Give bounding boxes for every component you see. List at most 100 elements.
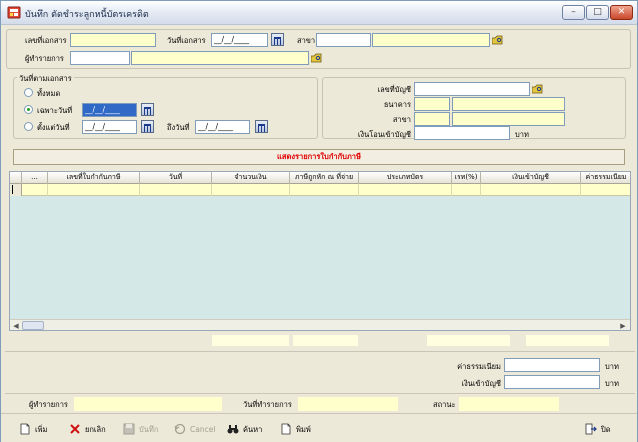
fee-unit: บาท <box>605 362 619 371</box>
acct-no-field[interactable] <box>414 82 530 96</box>
radio-all[interactable] <box>24 88 33 97</box>
recorder-name-field <box>131 51 309 65</box>
divider <box>5 351 635 352</box>
grid-header: ... เลขที่ใบกำกับภาษี วันที่ จำนวนเงิน ภ… <box>10 172 630 184</box>
acct-branch-label: สาขา <box>392 115 411 124</box>
radio-date-range[interactable] <box>24 122 33 131</box>
cell-rate[interactable] <box>452 184 481 196</box>
col-withholding-tax[interactable]: ภาษีถูกหัก ณ ที่จ่าย <box>290 172 359 184</box>
cell-withholding-tax[interactable] <box>290 184 359 196</box>
footer-total-deposit <box>427 335 510 346</box>
maximize-button[interactable]: □ <box>586 5 609 20</box>
minimize-button[interactable]: – <box>562 5 585 20</box>
close-label: ปิด <box>601 425 611 434</box>
branch-label: สาขา <box>297 36 316 45</box>
close-window-button[interactable]: ✕ <box>610 5 633 20</box>
radio-only-date-label: เฉพาะวันที่ <box>37 106 73 115</box>
status-recorder-label: ผู้ทำรายการ <box>29 400 68 409</box>
find-button[interactable]: ค้นหา <box>227 423 262 437</box>
divider <box>5 393 635 394</box>
undo-cancel-button[interactable]: Cancel <box>174 423 215 437</box>
to-date-calendar-icon[interactable] <box>255 120 268 133</box>
status-state-label: สถานะ <box>433 400 456 409</box>
transfer-label: เงินโอนเข้าบัญชี <box>357 130 411 139</box>
col-date[interactable]: วันที่ <box>140 172 212 184</box>
from-date-field[interactable]: __/__/____ <box>82 120 137 134</box>
find-label: ค้นหา <box>243 425 263 434</box>
bank-name-field <box>452 97 565 111</box>
add-button[interactable]: เพิ่ม <box>19 423 47 437</box>
doc-no-label: เลขที่เอกสาร <box>25 36 67 45</box>
footer-total-tax <box>293 335 358 346</box>
acct-no-label: เลขที่บัญชี <box>377 85 411 94</box>
row-indicator <box>10 184 22 196</box>
account-lookup-icon[interactable] <box>532 84 544 94</box>
radio-date-range-label: ตั้งแต่วันที่ <box>37 123 70 132</box>
from-date-calendar-icon[interactable] <box>141 120 154 133</box>
footer-total-fee <box>526 335 609 346</box>
save-button[interactable]: บันทึก <box>123 423 158 437</box>
cell-amount[interactable] <box>212 184 290 196</box>
scroll-thumb[interactable] <box>22 321 44 330</box>
recorder-label: ผู้ทำรายการ <box>25 54 64 63</box>
close-button[interactable]: ปิด <box>585 423 611 437</box>
deposit-label: เงินเข้าบัญชี <box>461 379 502 388</box>
maximize-icon: □ <box>593 7 602 17</box>
cancel-button[interactable]: ยกเลิก <box>69 423 106 437</box>
scroll-right-icon[interactable]: ▶ <box>618 321 628 330</box>
bank-label: ธนาคาร <box>383 100 411 109</box>
col-deposit[interactable]: เงินเข้าบัญชี <box>481 172 581 184</box>
delete-x-icon <box>70 424 80 434</box>
deposit-field[interactable] <box>504 375 600 389</box>
close-icon: ✕ <box>617 7 626 17</box>
tax-invoice-grid[interactable]: ... เลขที่ใบกำกับภาษี วันที่ จำนวนเงิน ภ… <box>9 171 631 331</box>
fee-field[interactable] <box>504 358 600 372</box>
col-fee[interactable]: ค่าธรรมเนียม <box>581 172 630 184</box>
doc-date-field[interactable]: __/__/____ <box>211 33 268 47</box>
doc-date-label: วันที่เอกสาร <box>167 36 206 45</box>
deposit-unit: บาท <box>605 379 619 388</box>
scroll-left-icon[interactable]: ◀ <box>11 321 21 330</box>
bottom-toolbar: เพิ่ม ยกเลิก บันทึก Cancel ค้นหา พิมพ์ ป… <box>1 413 637 442</box>
recorder-lookup-icon[interactable] <box>311 53 323 63</box>
col-rate[interactable]: เรท(%) <box>452 172 481 184</box>
tax-invoice-banner[interactable]: แสดงรายการใบกำกับภาษี <box>13 149 625 165</box>
recorder-code-field[interactable] <box>70 51 130 65</box>
save-disk-icon <box>123 423 135 435</box>
title-bar[interactable]: บันทึก ตัดชำระลูกหนี้บัตรเครดิต – □ ✕ <box>1 1 637 25</box>
doc-no-field[interactable] <box>70 33 156 47</box>
status-state-field <box>459 397 559 411</box>
col-amount[interactable]: จำนวนเงิน <box>212 172 290 184</box>
col-more[interactable]: ... <box>22 172 48 184</box>
transfer-field[interactable] <box>414 126 510 140</box>
minimize-icon: – <box>571 7 576 17</box>
grid-horizontal-scrollbar[interactable]: ◀ ▶ <box>10 319 630 330</box>
to-date-label: ถึงวันที่ <box>167 123 190 132</box>
print-button[interactable]: พิมพ์ <box>280 423 311 437</box>
radio-only-date[interactable] <box>24 105 33 114</box>
to-date-field[interactable]: __/__/____ <box>195 120 250 134</box>
table-row[interactable] <box>10 184 630 196</box>
cell-deposit[interactable] <box>481 184 581 196</box>
col-invoice-no[interactable]: เลขที่ใบกำกับภาษี <box>48 172 140 184</box>
only-date-field[interactable]: __/__/____ <box>82 103 137 117</box>
binoculars-icon <box>227 425 239 434</box>
new-document-icon <box>20 423 30 435</box>
acct-branch-name-field <box>452 112 565 126</box>
undo-cancel-label: Cancel <box>190 425 216 434</box>
cell-fee[interactable] <box>581 184 630 196</box>
doc-date-calendar-icon[interactable] <box>271 33 284 46</box>
only-date-calendar-icon[interactable] <box>141 103 154 116</box>
cell-invoice-no[interactable] <box>48 184 140 196</box>
print-document-icon <box>281 423 291 435</box>
cell-date[interactable] <box>140 184 212 196</box>
undo-icon <box>174 423 186 435</box>
cell-more[interactable] <box>22 184 48 196</box>
col-card-type[interactable]: ประเภทบัตร <box>359 172 452 184</box>
acct-branch-code-field <box>414 112 450 126</box>
grid-corner <box>10 172 22 184</box>
branch-lookup-icon[interactable] <box>492 35 504 45</box>
branch-code-field[interactable] <box>316 33 371 47</box>
cell-card-type[interactable] <box>359 184 452 196</box>
window-title: บันทึก ตัดชำระลูกหนี้บัตรเครดิต <box>25 10 149 20</box>
